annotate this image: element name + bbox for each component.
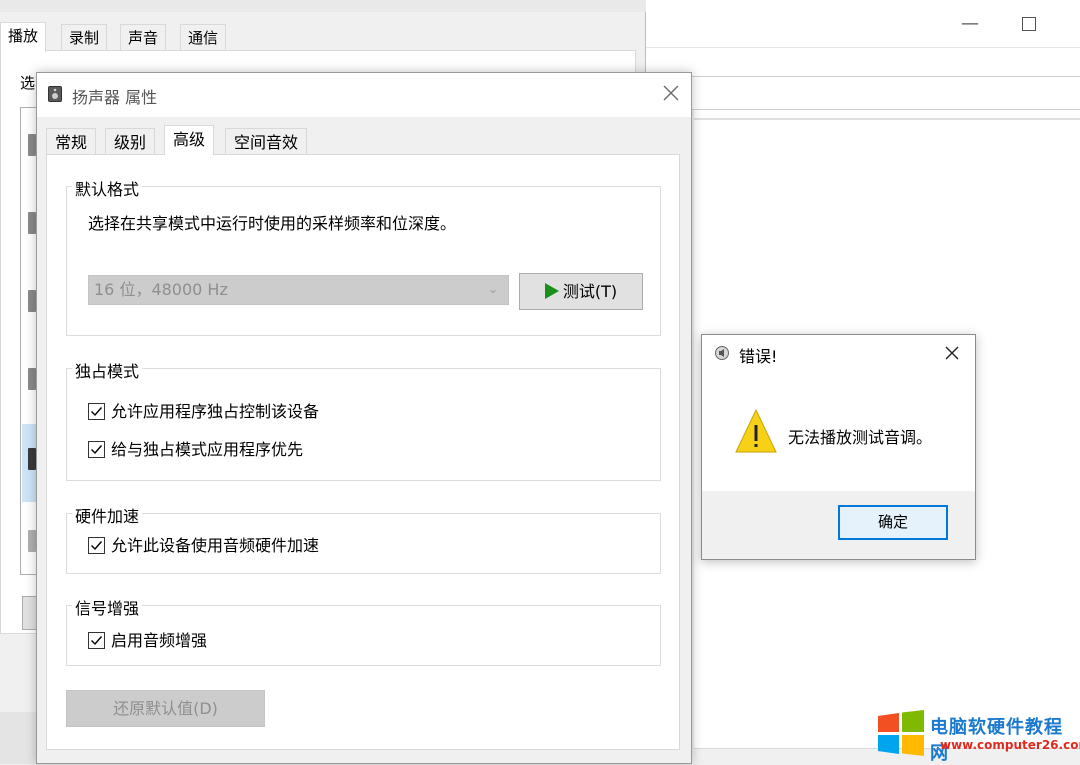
allow-exclusive-control-checkbox[interactable]: 允许应用程序独占控制该设备 (88, 401, 319, 423)
speaker-icon (48, 86, 62, 102)
close-icon[interactable] (943, 344, 961, 362)
play-icon (544, 283, 559, 299)
sound-window-bottom (0, 712, 36, 764)
checkbox-icon[interactable] (88, 632, 105, 649)
checkbox-label: 允许此设备使用音频硬件加速 (111, 536, 320, 555)
checkbox-icon[interactable] (88, 537, 105, 554)
test-button-label: 测试(T) (562, 282, 618, 301)
exclusive-priority-checkbox[interactable]: 给与独占模式应用程序优先 (88, 439, 303, 461)
speaker-icon (715, 346, 729, 360)
device-icon (28, 368, 36, 390)
watermark-url: www.computer26.com (940, 738, 1080, 752)
tab-spatial-sound[interactable]: 空间音效 (225, 128, 308, 155)
background-window-address-bar (646, 76, 1080, 110)
maximize-icon[interactable] (1022, 17, 1036, 31)
checkbox-label: 启用音频增强 (111, 631, 208, 650)
warning-icon (735, 408, 777, 453)
tab-levels[interactable]: 级别 (105, 128, 156, 155)
background-window-titlebar (646, 0, 1080, 48)
tab-communications[interactable]: 通信 (180, 24, 227, 51)
default-format-description: 选择在共享模式中运行时使用的采样频率和位深度。 (88, 214, 457, 233)
chevron-down-icon: ⌄ (488, 282, 499, 296)
tab-sounds[interactable]: 声音 (120, 24, 167, 51)
minimize-icon[interactable]: — (958, 12, 982, 36)
device-icon (28, 530, 36, 552)
exclusive-mode-label: 独占模式 (72, 358, 143, 382)
device-icon (28, 134, 36, 156)
windows-logo-icon (878, 710, 924, 756)
background-window-divider (694, 118, 1080, 120)
signal-enhancement-label: 信号增强 (72, 595, 143, 619)
speaker-device-icon (28, 448, 36, 470)
select-device-label: 选 (20, 74, 36, 92)
tab-advanced[interactable]: 高级 (164, 125, 215, 155)
tab-playback[interactable]: 播放 (0, 22, 47, 52)
hardware-acceleration-label: 硬件加速 (72, 503, 143, 527)
checkbox-label: 给与独占模式应用程序优先 (111, 440, 304, 459)
tab-recording[interactable]: 录制 (61, 24, 108, 51)
device-icon (28, 212, 36, 234)
exclusive-mode-group (66, 368, 661, 481)
close-icon[interactable] (660, 82, 682, 104)
restore-defaults-button[interactable]: 还原默认值(D) (66, 690, 265, 727)
tab-general[interactable]: 常规 (46, 128, 97, 155)
device-icon (28, 290, 36, 312)
default-format-group (66, 186, 661, 336)
hardware-acceleration-checkbox[interactable]: 允许此设备使用音频硬件加速 (88, 535, 319, 557)
ok-button[interactable]: 确定 (838, 505, 948, 540)
error-message: 无法播放测试音调。 (788, 428, 933, 447)
checkbox-icon[interactable] (88, 403, 105, 420)
sound-window-top-strip (0, 0, 646, 12)
sample-format-select[interactable]: 16 位，48000 Hz (88, 275, 509, 305)
default-format-label: 默认格式 (72, 176, 143, 200)
checkbox-icon[interactable] (88, 441, 105, 458)
test-button[interactable]: 测试(T) (519, 273, 643, 310)
audio-enhancement-checkbox[interactable]: 启用音频增强 (88, 630, 207, 652)
checkbox-label: 允许应用程序独占控制该设备 (111, 402, 320, 421)
error-dialog-title: 错误! (739, 347, 778, 366)
dialog-title: 扬声器 属性 (72, 88, 158, 107)
